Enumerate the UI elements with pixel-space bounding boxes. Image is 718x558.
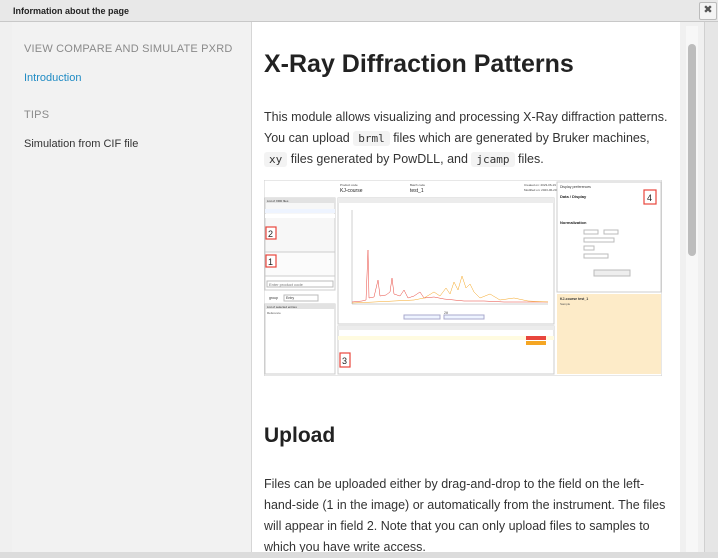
- intro-text-4: files.: [518, 152, 544, 166]
- batch-code-value: test_1: [410, 188, 424, 194]
- window-titlebar: Information about the page ✖: [0, 0, 718, 22]
- display-preferences-title: Display preferences: [560, 185, 591, 189]
- reference-label: Reference: [267, 311, 281, 315]
- marker-1-label: 1: [268, 257, 273, 267]
- intro-text-3: files generated by PowDLL, and: [290, 152, 468, 166]
- upload-heading: Upload: [264, 424, 336, 447]
- code-brml: brml: [353, 131, 390, 146]
- content-scrollbar-thumb[interactable]: [688, 44, 696, 256]
- data-display-heading: Data / Display: [560, 194, 587, 199]
- code-jcamp: jcamp: [471, 152, 515, 167]
- sample-box-subtitle: Sample: [560, 302, 571, 306]
- selected-entries-title: List of selected entries: [267, 305, 297, 309]
- normalization-heading: Normalization: [560, 220, 587, 225]
- window-title: Information about the page: [13, 6, 129, 16]
- batch-code-label: Batch code: [410, 183, 425, 187]
- xrd-file-list-title: List of XRD files: [267, 199, 289, 203]
- intro-text-2: files which are generated by Bruker mach…: [393, 131, 650, 145]
- product-code-value: KJ-course: [340, 188, 363, 194]
- group-select: Entry: [286, 296, 294, 300]
- intro-paragraph: This module allows visualizing and proce…: [264, 107, 672, 170]
- marker-3-label: 3: [342, 356, 347, 366]
- sidebar-item-cif-simulation[interactable]: Simulation from CIF file: [24, 138, 138, 150]
- table-panel: [337, 325, 555, 375]
- marker-2-label: 2: [268, 229, 273, 239]
- help-content: X-Ray Diffraction Patterns This module a…: [252, 22, 680, 552]
- window-right-edge: [704, 22, 718, 558]
- sample-box-title: KJ-course test_1: [560, 297, 588, 301]
- sidebar-section-title: VIEW COMPARE AND SIMULATE PXRD: [24, 43, 233, 55]
- product-code-label: Product code: [340, 183, 358, 187]
- help-sidebar: VIEW COMPARE AND SIMULATE PXRD Introduct…: [12, 22, 252, 552]
- sidebar-link-introduction[interactable]: Introduction: [24, 72, 81, 84]
- module-screenshot: List of XRD files Enter product code gro…: [264, 180, 662, 376]
- created-date: Created on: 2023-06-19: [524, 183, 556, 187]
- marker-4-label: 4: [647, 193, 652, 203]
- sidebar-section-tips: TIPS: [24, 109, 50, 121]
- group-label: group: [269, 296, 278, 300]
- window-bottom-edge: [0, 552, 718, 558]
- code-xy: xy: [264, 152, 288, 167]
- upload-paragraph: Files can be uploaded either by drag-and…: [264, 477, 666, 552]
- chart-panel: [337, 197, 555, 325]
- page-title: X-Ray Diffraction Patterns: [264, 50, 574, 78]
- close-button[interactable]: ✖: [699, 2, 717, 20]
- chart-x-label: 2θ: [444, 311, 448, 315]
- sample-info-box: [557, 294, 661, 374]
- product-search-input: Enter product code: [269, 282, 304, 287]
- modified-date: Modified on: 2023-06-20: [524, 188, 557, 192]
